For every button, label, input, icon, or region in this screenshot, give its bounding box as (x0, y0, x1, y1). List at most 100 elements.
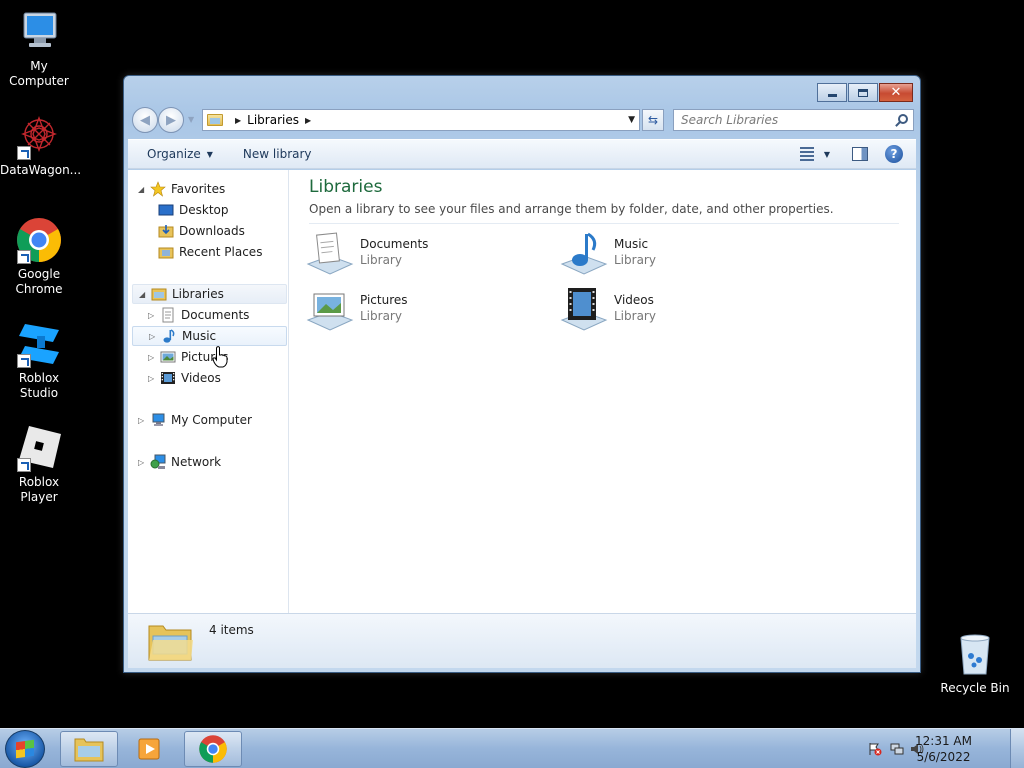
library-kind: Library (360, 253, 402, 267)
help-button[interactable]: ? (885, 145, 903, 163)
libraries-icon (151, 288, 167, 301)
breadcrumb-chevron-icon[interactable]: ▶ (235, 116, 241, 125)
library-name: Music (614, 237, 649, 251)
collapsed-arrow-icon[interactable]: ▷ (149, 332, 159, 341)
breadcrumb-chevron-icon[interactable]: ▶ (305, 116, 311, 125)
start-button[interactable] (5, 730, 45, 768)
hand-cursor-icon (212, 346, 228, 368)
nav-label: Favorites (171, 182, 226, 196)
network-status-icon[interactable] (890, 742, 904, 756)
shortcut-arrow-icon (17, 250, 31, 264)
nav-label: Libraries (172, 287, 224, 301)
expanded-arrow-icon[interactable]: ◢ (139, 290, 149, 299)
breadcrumb-libraries[interactable]: Libraries (247, 113, 299, 127)
expanded-arrow-icon[interactable]: ◢ (138, 185, 148, 194)
music-note-icon (163, 329, 175, 343)
nav-item-recent-places[interactable]: Recent Places (158, 242, 262, 262)
desktop-icon-label: Roblox Studio (18, 371, 60, 400)
nav-item-network[interactable]: ▷ Network (138, 452, 221, 472)
search-input[interactable] (681, 113, 881, 127)
nav-item-my-computer[interactable]: ▷ My Computer (138, 410, 252, 430)
nav-item-downloads[interactable]: Downloads (158, 221, 245, 241)
minimize-button[interactable] (817, 83, 847, 102)
clock-date: 5/6/2022 (916, 750, 971, 764)
minimize-icon (827, 94, 837, 97)
forward-button[interactable]: ▶ (158, 107, 184, 133)
desktop-icon-label: DataWagon... (0, 163, 82, 177)
page-title: Libraries (309, 177, 383, 197)
nav-item-favorites[interactable]: ◢ Favorites (138, 179, 225, 199)
back-button[interactable]: ◀ (132, 107, 158, 133)
search-icon[interactable] (898, 114, 908, 124)
documents-icon (162, 307, 174, 323)
collapsed-arrow-icon[interactable]: ▷ (138, 416, 148, 425)
clock[interactable]: 12:31 AM 5/6/2022 (915, 733, 972, 765)
navigation-pane[interactable]: ◢ Favorites Desktop Downloads Recent Pla… (128, 170, 289, 613)
datawagon-icon (15, 112, 63, 160)
desktop-icon-roblox-player[interactable]: Roblox Player (0, 424, 78, 505)
close-button[interactable]: ✕ (879, 83, 913, 102)
chevron-down-icon: ▼ (206, 149, 213, 159)
nav-item-desktop[interactable]: Desktop (158, 200, 229, 220)
content-pane: Libraries Open a library to see your fil… (290, 170, 916, 613)
change-view-button[interactable]: ▼ (799, 147, 830, 161)
collapsed-arrow-icon[interactable]: ▷ (148, 374, 158, 383)
refresh-button[interactable]: ⇆ (642, 109, 664, 131)
nav-item-videos[interactable]: ▷ Videos (148, 368, 221, 388)
desktop-icon-datawagon[interactable]: DataWagon... (0, 112, 82, 178)
show-desktop-button[interactable] (1010, 729, 1024, 768)
videos-icon (161, 372, 175, 384)
taskbar-chrome-button[interactable] (184, 731, 242, 767)
address-bar[interactable]: ▶ Libraries ▶ ▼ (202, 109, 640, 131)
desktop-icon-my-computer[interactable]: My Computer (0, 8, 78, 89)
library-tile-music[interactable]: Music Library (560, 230, 790, 278)
arrow-left-icon: ◀ (140, 112, 150, 128)
nav-label: Documents (181, 308, 250, 322)
nav-label: My Computer (171, 413, 252, 427)
desktop-icon-label: Google Chrome (15, 267, 63, 296)
library-kind: Library (614, 309, 656, 323)
window-controls: ✕ (816, 83, 913, 102)
desktop-icon-recycle-bin[interactable]: Recycle Bin (936, 630, 1014, 696)
collapsed-arrow-icon[interactable]: ▷ (148, 353, 158, 362)
nav-item-music[interactable]: ▷ Music (132, 326, 287, 346)
explorer-window: ✕ ◀ ▶ ▼ ▶ Libraries ▶ ▼ ⇆ Organize ▼ New… (123, 75, 921, 673)
desktop-icon-label: Recycle Bin (940, 681, 1010, 695)
details-pane: 4 items (128, 613, 916, 668)
nav-label: Videos (181, 371, 221, 385)
computer-icon (15, 8, 63, 56)
organize-button[interactable]: Organize ▼ (147, 147, 213, 161)
library-tile-videos[interactable]: Videos Library (560, 286, 790, 334)
help-icon: ? (890, 147, 898, 161)
recycle-bin-icon (951, 630, 999, 678)
page-description: Open a library to see your files and arr… (309, 202, 834, 216)
taskbar-explorer-button[interactable] (60, 731, 118, 767)
nav-item-libraries[interactable]: ◢ Libraries (132, 284, 287, 304)
desktop-icon-roblox-studio[interactable]: Roblox Studio (0, 320, 78, 401)
recent-pages-dropdown-icon[interactable]: ▼ (188, 115, 194, 124)
libraries-folder-icon (148, 625, 193, 661)
pictures-icon (160, 351, 176, 363)
maximize-button[interactable] (848, 83, 878, 102)
new-library-button[interactable]: New library (243, 147, 312, 161)
shortcut-arrow-icon (17, 354, 31, 368)
nav-item-documents[interactable]: ▷ Documents (148, 305, 249, 325)
arrow-right-icon: ▶ (166, 112, 176, 128)
search-box[interactable] (673, 109, 914, 131)
collapsed-arrow-icon[interactable]: ▷ (148, 311, 158, 320)
action-center-flag-icon[interactable] (868, 742, 882, 756)
divider (309, 223, 899, 224)
library-tile-pictures[interactable]: Pictures Library (306, 286, 536, 334)
windows-logo-icon (16, 739, 34, 759)
refresh-icon: ⇆ (647, 113, 659, 127)
main-panes: ◢ Favorites Desktop Downloads Recent Pla… (128, 170, 916, 613)
desktop-icon-google-chrome[interactable]: Google Chrome (0, 216, 78, 297)
address-dropdown-icon[interactable]: ▼ (628, 115, 635, 125)
network-icon (150, 454, 166, 469)
collapsed-arrow-icon[interactable]: ▷ (138, 458, 148, 467)
pictures-library-icon (306, 293, 354, 331)
library-tile-documents[interactable]: Documents Library (306, 230, 536, 278)
desktop-icon (158, 204, 174, 216)
taskbar-media-player-button[interactable] (121, 731, 179, 767)
preview-pane-button[interactable] (852, 147, 868, 161)
